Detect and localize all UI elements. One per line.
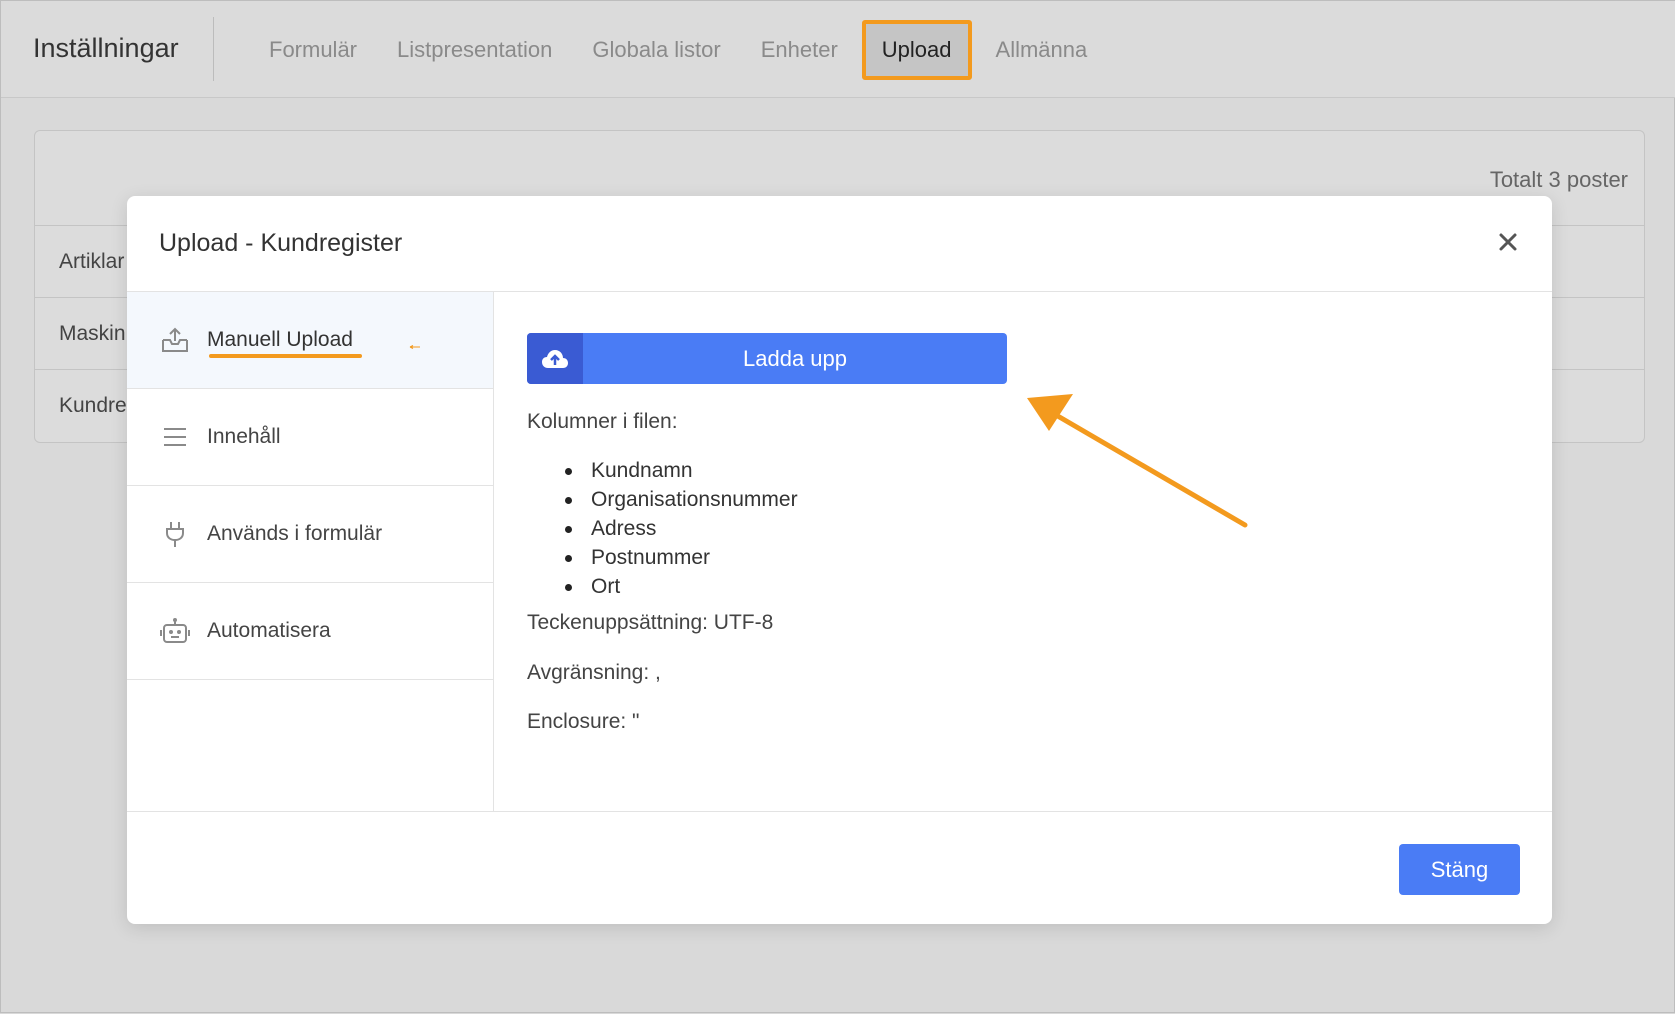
sidebar-item-innehall[interactable]: Innehåll: [127, 389, 493, 486]
upload-button-label: Ladda upp: [743, 345, 847, 371]
tab-enheter[interactable]: Enheter: [741, 20, 858, 80]
tab-upload[interactable]: Upload: [861, 19, 972, 80]
modal-title: Upload - Kundregister: [159, 229, 403, 257]
list-icon: [159, 421, 191, 453]
modal-footer: Stäng: [127, 811, 1552, 924]
list-item: Kundnamn: [527, 456, 798, 485]
tab-bar: Formulär Listpresentation Globala listor…: [249, 1, 1107, 98]
list-item: Ort: [527, 572, 798, 601]
small-arrow-icon: [409, 345, 420, 349]
sidebar-item-label: Manuell Upload: [207, 328, 353, 351]
robot-icon: [159, 615, 191, 647]
plug-icon: [159, 518, 191, 550]
total-count: Totalt 3 poster: [1489, 167, 1628, 192]
highlight-underline: [209, 354, 362, 358]
top-navigation: Inställningar Formulär Listpresentation …: [1, 1, 1675, 98]
sidebar-item-label: Används i formulär: [207, 522, 383, 545]
enclosure-info: Enclosure: ": [527, 710, 640, 733]
tab-listpresentation[interactable]: Listpresentation: [377, 20, 572, 80]
tab-formular[interactable]: Formulär: [249, 20, 377, 80]
list-item: Postnummer: [527, 543, 798, 572]
upload-button[interactable]: Ladda upp: [527, 333, 1007, 384]
upload-tray-icon: [159, 324, 191, 356]
columns-heading: Kolumner i filen:: [527, 410, 678, 433]
modal-sidebar: Manuell Upload Innehåll Används i formul…: [127, 292, 494, 811]
delimiter-info: Avgränsning: ,: [527, 661, 661, 684]
cloud-upload-icon: [527, 333, 583, 384]
modal-header: Upload - Kundregister: [127, 196, 1552, 292]
columns-list: Kundnamn Organisationsnummer Adress Post…: [527, 456, 798, 601]
tab-globala-listor[interactable]: Globala listor: [572, 20, 740, 80]
list-item: Adress: [527, 514, 798, 543]
sidebar-item-automatisera[interactable]: Automatisera: [127, 583, 493, 680]
sidebar-item-label: Automatisera: [207, 619, 331, 642]
page-title: Inställningar: [33, 33, 179, 63]
close-button[interactable]: Stäng: [1399, 844, 1520, 895]
upload-modal: Upload - Kundregister Manuell Upload Inn…: [127, 196, 1552, 924]
sidebar-item-manuell-upload[interactable]: Manuell Upload: [127, 292, 493, 389]
sidebar-item-anvands-i-formular[interactable]: Används i formulär: [127, 486, 493, 583]
modal-content: Ladda upp Kolumner i filen: Kundnamn Org…: [494, 292, 1552, 811]
encoding-info: Teckenuppsättning: UTF-8: [527, 611, 774, 634]
close-icon[interactable]: [1492, 226, 1524, 258]
sidebar-item-label: Innehåll: [207, 425, 281, 448]
app-window: Inställningar Formulär Listpresentation …: [0, 0, 1675, 1013]
title-divider: [213, 17, 214, 81]
list-item: Organisationsnummer: [527, 485, 798, 514]
tab-allmanna[interactable]: Allmänna: [976, 20, 1108, 80]
